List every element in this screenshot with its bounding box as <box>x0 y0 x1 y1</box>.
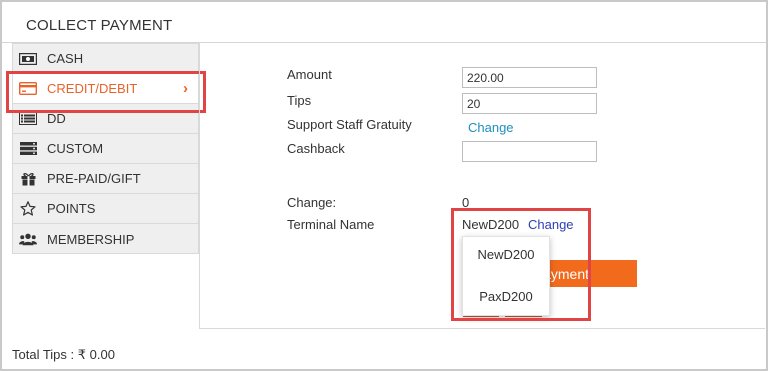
sidebar-item-prepaid-gift[interactable]: PRE-PAID/GIFT <box>13 164 198 194</box>
sidebar-item-label: POINTS <box>47 201 96 216</box>
panel-divider <box>199 43 200 329</box>
tips-input[interactable] <box>462 93 597 114</box>
sidebar-item-label: PRE-PAID/GIFT <box>47 171 141 186</box>
amount-label: Amount <box>287 67 332 82</box>
amount-input[interactable] <box>462 67 597 88</box>
page-title: COLLECT PAYMENT <box>26 17 173 34</box>
cash-icon <box>19 52 37 66</box>
terminal-name-label: Terminal Name <box>287 217 375 232</box>
custom-icon <box>19 142 37 156</box>
sidebar-item-label: DD <box>47 111 66 126</box>
star-icon <box>19 201 37 216</box>
sidebar-item-label: CUSTOM <box>47 141 104 156</box>
total-tips-text: Total Tips : ₹ 0.00 <box>12 347 115 362</box>
sidebar-item-membership[interactable]: MEMBERSHIP <box>13 224 198 254</box>
gratuity-label: Support Staff Gratuity <box>287 117 412 132</box>
panel-bottom-divider <box>199 328 765 329</box>
gift-icon <box>19 172 37 186</box>
users-icon <box>19 232 37 246</box>
sidebar-item-label: CASH <box>47 51 84 66</box>
change-label: Change: <box>287 195 337 210</box>
sidebar-item-custom[interactable]: CUSTOM <box>13 134 198 164</box>
credit-debit-highlight <box>6 71 206 113</box>
sidebar-item-cash[interactable]: CASH <box>13 44 198 74</box>
sidebar-item-points[interactable]: POINTS <box>13 194 198 224</box>
cashback-input[interactable] <box>462 141 597 162</box>
cashback-label: Cashback <box>287 141 345 156</box>
sidebar-item-label: MEMBERSHIP <box>47 231 135 247</box>
list-icon <box>19 112 37 126</box>
gratuity-change-link[interactable]: Change <box>468 120 514 135</box>
terminal-highlight <box>451 208 591 321</box>
tips-label: Tips <box>287 93 312 108</box>
